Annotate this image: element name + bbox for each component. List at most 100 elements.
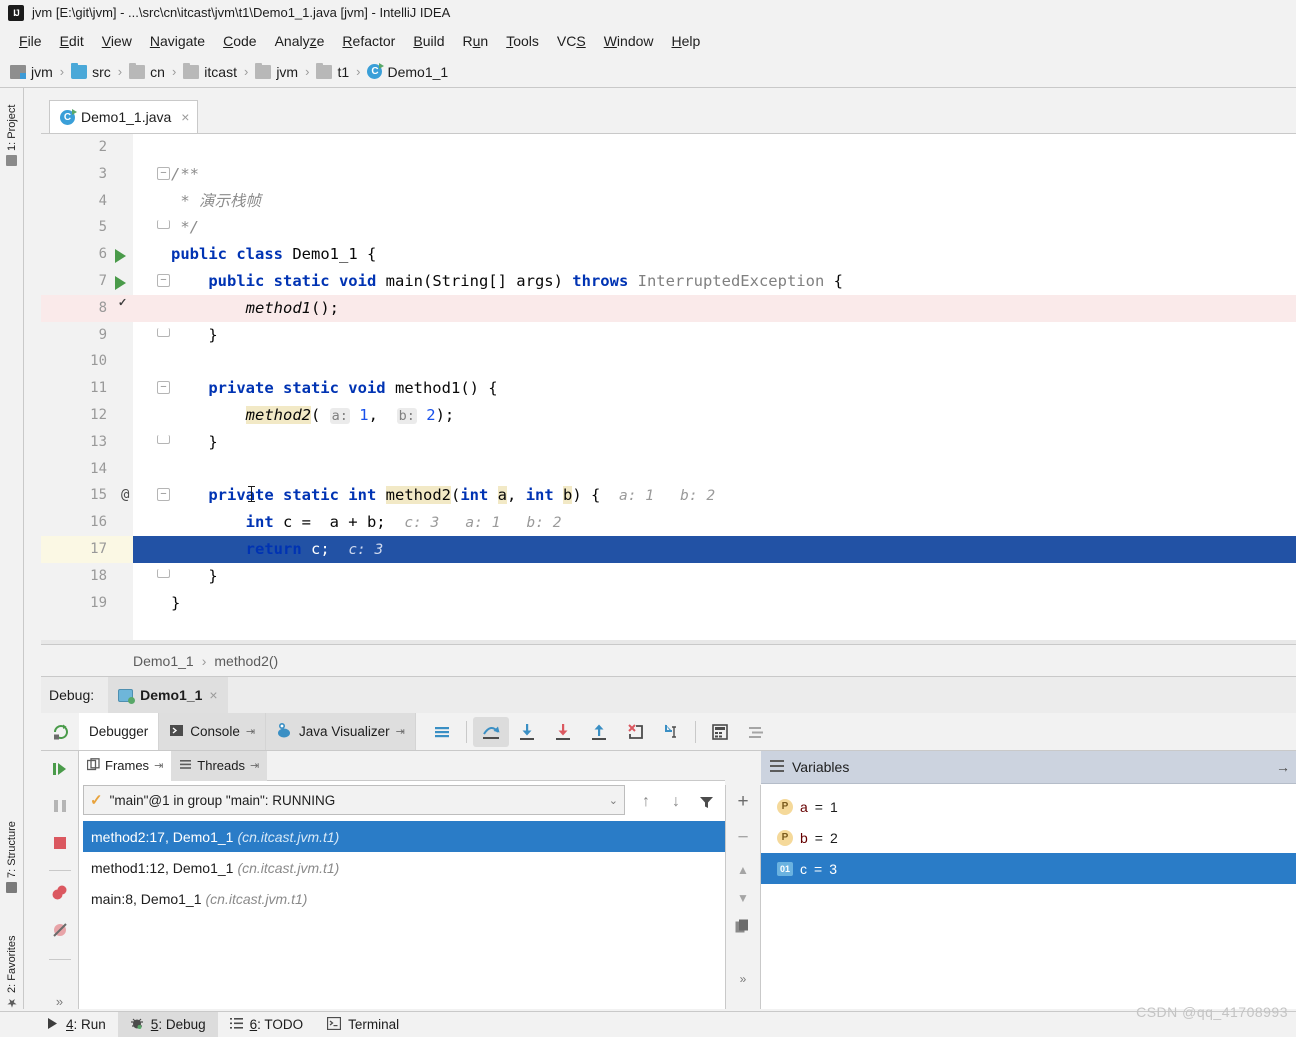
code-line-19[interactable]: 19}	[41, 590, 1296, 617]
tab-java-visualizer[interactable]: Java Visualizer ⇥	[266, 713, 416, 750]
status-bar-item-terminal[interactable]: Terminal	[315, 1013, 411, 1037]
variable-row-a[interactable]: Pa = 1	[761, 791, 1296, 822]
stop-icon[interactable]	[50, 833, 70, 858]
close-icon[interactable]: ×	[181, 109, 189, 125]
menu-item-run[interactable]: Run	[454, 30, 498, 52]
frame-item[interactable]: main:8, Demo1_1 (cn.itcast.jvm.t1)	[83, 883, 725, 914]
editor-tab-demo1-1[interactable]: C Demo1_1.java ×	[49, 100, 199, 133]
code-line-13[interactable]: 13 }	[41, 429, 1296, 456]
fold-collapse-icon[interactable]: −	[157, 166, 170, 180]
menu-item-file[interactable]: File	[10, 30, 51, 52]
status-bar-item-debug[interactable]: 5: Debug	[117, 1012, 218, 1037]
settings-icon[interactable]	[738, 717, 774, 747]
variable-row-c[interactable]: 01 c = 3	[761, 853, 1296, 884]
status-bar-item-run[interactable]: 4: Run	[34, 1013, 118, 1037]
tab-threads[interactable]: Threads ⇥	[171, 750, 268, 781]
thread-selector[interactable]: ✓ "main"@1 in group "main": RUNNING ⌄	[83, 785, 625, 815]
code-line-17[interactable]: 17 return c; c: 3	[41, 536, 1296, 563]
chevron-down-icon[interactable]: ⌄	[609, 794, 618, 807]
remove-icon[interactable]: −	[737, 827, 748, 849]
expand-icon[interactable]: »	[740, 972, 747, 986]
menu-item-analyze[interactable]: Analyze	[266, 30, 334, 52]
menu-item-vcs[interactable]: VCS	[548, 30, 595, 52]
step-over-icon[interactable]	[472, 716, 509, 747]
breadcrumb-class[interactable]: Demo1_1	[133, 653, 194, 669]
step-into-icon[interactable]	[509, 717, 545, 747]
frame-item[interactable]: method2:17, Demo1_1 (cn.itcast.jvm.t1)	[83, 821, 725, 852]
breadcrumb-item-jvm[interactable]: jvm	[10, 64, 53, 80]
menu-item-build[interactable]: Build	[404, 30, 453, 52]
run-gutter-icon[interactable]	[115, 247, 133, 265]
code-line-15[interactable]: 15 @ − private static int method2(int a, i…	[41, 482, 1296, 509]
frame-item[interactable]: method1:12, Demo1_1 (cn.itcast.jvm.t1)	[83, 852, 725, 883]
menu-item-refactor[interactable]: Refactor	[333, 30, 404, 52]
pin-icon[interactable]: ⇥	[250, 759, 259, 772]
code-line-5[interactable]: 5 */	[41, 214, 1296, 241]
show-execution-point-icon[interactable]	[424, 717, 460, 747]
evaluate-expression-icon[interactable]	[702, 717, 738, 747]
menu-item-code[interactable]: Code	[214, 30, 265, 52]
breadcrumb-item-itcast[interactable]: itcast	[183, 62, 237, 80]
menu-item-edit[interactable]: Edit	[51, 30, 93, 52]
breadcrumb-item-demo1_1[interactable]: C Demo1_1	[367, 63, 448, 80]
menu-item-tools[interactable]: Tools	[497, 30, 548, 52]
code-line-6[interactable]: 6 public class Demo1_1 {	[41, 241, 1296, 268]
code-line-3[interactable]: 3 −/**	[41, 161, 1296, 188]
menu-item-help[interactable]: Help	[663, 30, 710, 52]
sidebar-item-project[interactable]: 1: Project	[0, 92, 24, 178]
code-line-7[interactable]: 7 − public static void main(String[] args…	[41, 268, 1296, 295]
mute-breakpoints-icon[interactable]	[50, 920, 70, 945]
breadcrumb-method[interactable]: method2()	[214, 653, 278, 669]
drop-frame-icon[interactable]	[617, 717, 653, 747]
menu-item-window[interactable]: Window	[595, 30, 663, 52]
breadcrumb-item-jvm[interactable]: jvm	[255, 62, 298, 80]
code-line-12[interactable]: 12 method2( a: 1, b: 2);	[41, 402, 1296, 429]
code-line-14[interactable]: 14	[41, 456, 1296, 483]
fold-collapse-icon[interactable]: −	[157, 274, 170, 287]
code-line-11[interactable]: 11 − private static void method1() {	[41, 375, 1296, 402]
pin-icon[interactable]: ⇥	[154, 759, 163, 772]
code-line-9[interactable]: 9 }	[41, 322, 1296, 349]
pin-icon[interactable]: ⇥	[396, 725, 405, 738]
view-breakpoints-icon[interactable]	[50, 883, 70, 908]
expand-icon[interactable]: →	[1276, 759, 1290, 775]
filter-icon[interactable]	[695, 791, 717, 813]
pin-icon[interactable]: ⇥	[246, 725, 255, 738]
copy-icon[interactable]	[735, 919, 751, 940]
rerun-icon[interactable]	[41, 722, 79, 741]
code-line-8[interactable]: 8 method1();	[41, 294, 1296, 322]
code-line-10[interactable]: 10	[41, 348, 1296, 375]
move-up-icon[interactable]: ▲	[737, 863, 749, 877]
fold-collapse-icon[interactable]: −	[157, 488, 170, 502]
fold-end-icon[interactable]	[157, 220, 170, 230]
tab-debugger[interactable]: Debugger	[79, 713, 160, 750]
breadcrumb-item-t1[interactable]: t1	[316, 62, 349, 80]
arrow-down-icon[interactable]: ↓	[665, 791, 687, 813]
breadcrumb-item-cn[interactable]: cn	[129, 62, 165, 80]
variable-row-b[interactable]: Pb = 2	[761, 822, 1296, 853]
resume-program-icon[interactable]	[50, 759, 70, 784]
breakpoint-icon[interactable]	[115, 300, 133, 318]
code-line-2[interactable]: 2	[41, 134, 1296, 161]
fold-end-icon[interactable]	[157, 568, 170, 578]
pause-program-icon[interactable]	[50, 796, 70, 821]
step-out-icon[interactable]	[581, 717, 617, 747]
code-line-16[interactable]: 16 int c = a + b; c: 3 a: 1 b: 2	[41, 509, 1296, 536]
fold-end-icon[interactable]	[157, 327, 170, 337]
breadcrumb-item-src[interactable]: src	[71, 62, 111, 80]
run-gutter-icon[interactable]	[115, 274, 133, 292]
debug-session-tab[interactable]: Demo1_1 ×	[108, 677, 228, 713]
arrow-up-icon[interactable]: ↑	[635, 791, 657, 813]
add-icon[interactable]: +	[737, 791, 748, 813]
menu-item-navigate[interactable]: Navigate	[141, 30, 214, 52]
tab-frames[interactable]: Frames ⇥	[79, 750, 172, 781]
expand-icon[interactable]: »	[56, 994, 63, 1009]
tab-console[interactable]: Console ⇥	[159, 713, 267, 750]
fold-collapse-icon[interactable]: −	[157, 381, 170, 395]
force-step-into-icon[interactable]	[545, 717, 581, 747]
move-down-icon[interactable]: ▼	[737, 891, 749, 905]
menu-item-view[interactable]: View	[93, 30, 141, 52]
sidebar-item-structure[interactable]: 7: Structure	[0, 804, 24, 910]
code-line-18[interactable]: 18 }	[41, 563, 1296, 590]
status-bar-item-todo[interactable]: 6: TODO	[218, 1013, 316, 1037]
